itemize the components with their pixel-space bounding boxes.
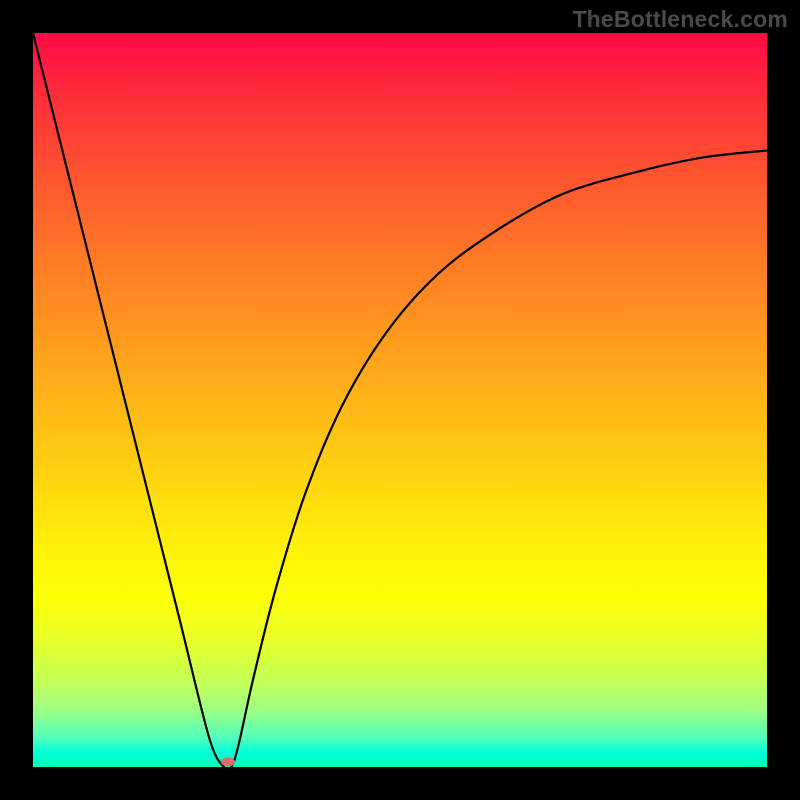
chart-frame: TheBottleneck.com: [0, 0, 800, 800]
bottleneck-curve: [33, 33, 767, 767]
watermark-text: TheBottleneck.com: [572, 6, 788, 33]
plot-area: [33, 33, 767, 767]
bottleneck-curve-path: [33, 33, 767, 767]
optimum-marker: [221, 757, 235, 766]
